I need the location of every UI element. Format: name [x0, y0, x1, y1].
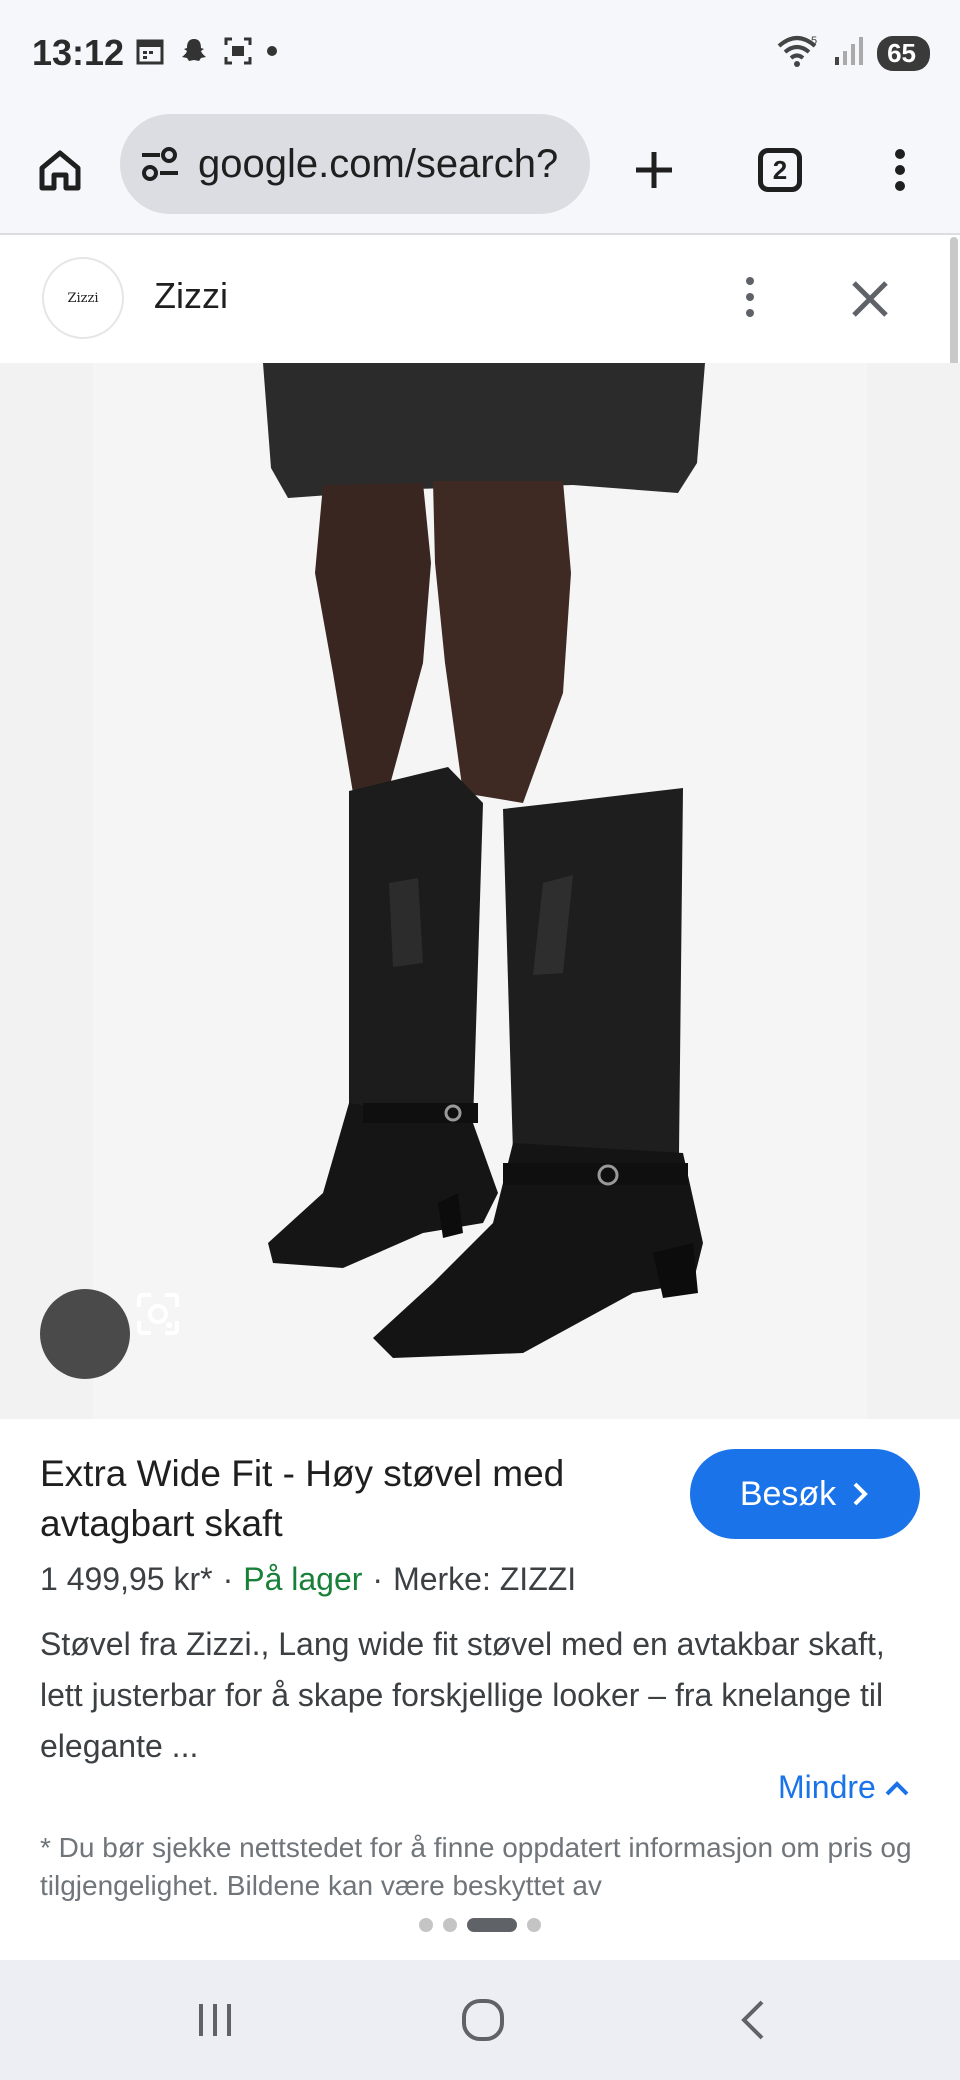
home-icon: [39, 150, 81, 191]
product-brand: Merke: ZIZZI: [393, 1561, 577, 1597]
sheet-more-button[interactable]: [726, 267, 774, 327]
site-name[interactable]: Zizzi: [154, 275, 228, 317]
result-sheet-header: Zizzi Zizzi: [0, 237, 960, 363]
carousel-dot[interactable]: [419, 1918, 433, 1932]
calendar-icon: [135, 36, 165, 66]
close-icon: [852, 281, 888, 317]
screenshot-icon: [223, 36, 253, 66]
dot-icon: [267, 46, 277, 56]
tabs-icon: 2: [758, 148, 802, 192]
browser-menu-button[interactable]: [858, 128, 942, 212]
browser-toolbar: google.com/search? 2: [0, 110, 960, 235]
url-text: google.com/search?: [198, 141, 559, 186]
lens-icon: [137, 1293, 179, 1335]
separator: ·: [372, 1561, 384, 1597]
system-home-button[interactable]: [448, 1990, 518, 2050]
signal-icon: [833, 35, 865, 72]
status-bar: 13:12 5 65: [0, 0, 960, 110]
snapchat-icon: [179, 36, 209, 66]
more-vert-icon: [895, 149, 905, 191]
boots-photo: [93, 363, 867, 1419]
tab-switcher-button[interactable]: 2: [738, 128, 822, 212]
back-icon: [741, 2000, 764, 2040]
product-meta: 1 499,95 kr* · På lager · Merke: ZIZZI: [40, 1561, 576, 1598]
site-settings-icon[interactable]: [138, 144, 182, 184]
battery-indicator: 65: [877, 36, 930, 71]
google-lens-button[interactable]: [40, 1289, 179, 1379]
close-button[interactable]: [842, 271, 898, 327]
battery-level: 65: [887, 38, 916, 68]
separator: ·: [222, 1561, 234, 1597]
status-time: 13:12: [32, 32, 125, 73]
show-less-button[interactable]: Mindre: [778, 1769, 910, 1806]
visit-button[interactable]: Besøk: [690, 1449, 920, 1539]
home-circle-icon: [462, 1999, 504, 2041]
more-vert-icon: [746, 277, 754, 285]
status-system-icons: 5 65: [777, 34, 930, 73]
home-button[interactable]: [18, 128, 102, 212]
product-price: 1 499,95 kr*: [40, 1561, 213, 1597]
tab-count: 2: [772, 154, 788, 185]
plus-icon: [636, 152, 672, 188]
carousel-dot[interactable]: [527, 1918, 541, 1932]
chevron-up-icon: [885, 1780, 909, 1795]
address-bar[interactable]: google.com/search?: [120, 114, 590, 214]
svg-text:5: 5: [811, 35, 817, 47]
back-button[interactable]: [718, 1990, 788, 2050]
recent-apps-button[interactable]: [180, 1990, 250, 2050]
status-notification-icons: [135, 36, 277, 66]
carousel-dot-active[interactable]: [467, 1918, 517, 1932]
show-less-label: Mindre: [778, 1769, 876, 1805]
chevron-right-icon: [853, 1482, 869, 1506]
carousel-dot[interactable]: [443, 1918, 457, 1932]
new-tab-button[interactable]: [612, 128, 696, 212]
visit-label: Besøk: [739, 1474, 837, 1513]
site-logo[interactable]: Zizzi: [42, 257, 124, 339]
stock-status: På lager: [243, 1561, 363, 1597]
product-image[interactable]: [0, 363, 960, 1419]
recent-apps-icon: [199, 2004, 231, 2036]
wifi-icon: 5: [777, 34, 821, 73]
system-navigation-bar: [0, 1960, 960, 2080]
product-description: Støvel fra Zizzi., Lang wide fit støvel …: [40, 1626, 885, 1764]
site-logo-text: Zizzi: [67, 290, 99, 306]
disclaimer: * Du bør sjekke nettstedet for å finne o…: [40, 1832, 912, 1901]
carousel-indicator: [0, 1918, 960, 1932]
product-title[interactable]: Extra Wide Fit - Høy støvel med avtagbar…: [40, 1449, 640, 1549]
